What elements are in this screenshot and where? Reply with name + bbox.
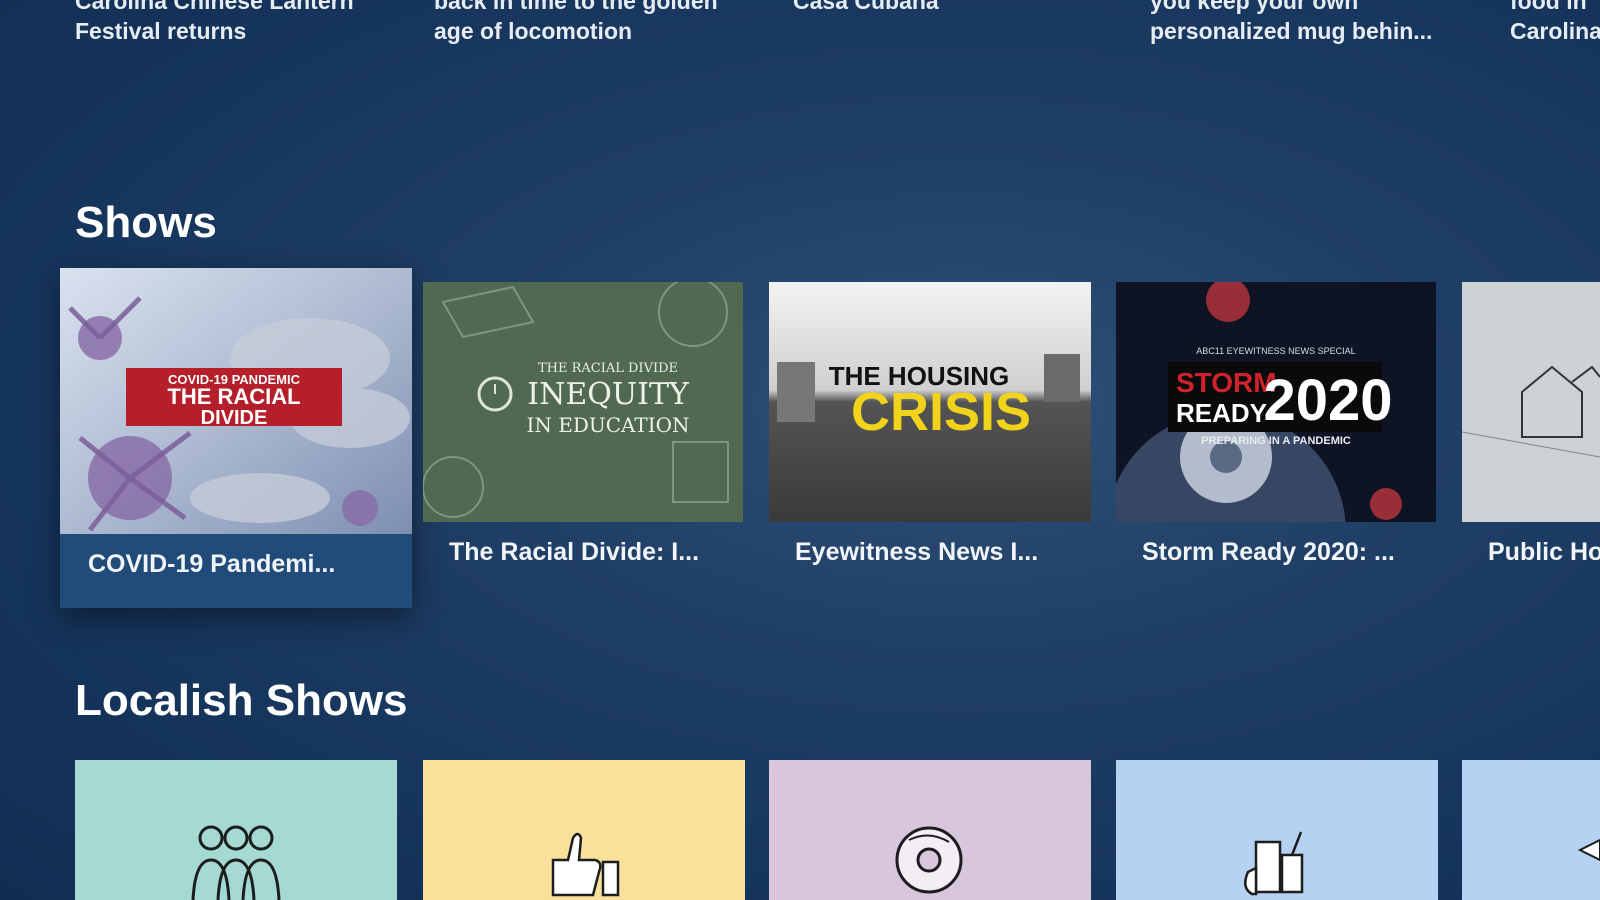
show-thumbnail: COVID-19 PANDEMIC THE RACIAL DIVIDE xyxy=(60,268,412,534)
show-card-housing-crisis[interactable]: THE HOUSING CRISIS Eyewitness News I... xyxy=(769,282,1091,582)
top-card-title-4[interactable]: you keep your own personalized mug behin… xyxy=(1150,0,1480,46)
art-text-line2: INEQUITY xyxy=(527,377,690,412)
show-thumbnail: THE HOUSING CRISIS xyxy=(769,282,1091,522)
show-card-inequity-education[interactable]: THE RACIAL DIVIDE INEQUITY IN EDUCATION … xyxy=(423,282,743,582)
top-card-title-line: you keep your own xyxy=(1150,0,1359,14)
donut-icon xyxy=(769,760,1091,900)
art-text-line1: ABC11 EYEWITNESS NEWS SPECIAL xyxy=(1196,346,1355,356)
top-card-title-line: Casa Cubana xyxy=(793,0,939,14)
show-card-covid-racial-divide[interactable]: COVID-19 PANDEMIC THE RACIAL DIVIDE COVI… xyxy=(60,268,412,608)
top-card-title-line: age of locomotion xyxy=(434,18,633,44)
art-text-line3: READY xyxy=(1176,398,1267,428)
localish-tile-drinks[interactable] xyxy=(1116,760,1438,900)
show-thumbnail: ABC11 EYEWITNESS NEWS SPECIAL STORM READ… xyxy=(1116,282,1436,522)
art-text-line2: CRISIS xyxy=(851,382,1031,442)
top-card-title-5[interactable]: food in Carolina xyxy=(1510,0,1600,46)
show-thumbnail: THE RACIAL DIVIDE INEQUITY IN EDUCATION xyxy=(423,282,743,522)
top-card-title-line: back in time to the golden xyxy=(434,0,718,14)
art-text-line5: PREPARING IN A PANDEMIC xyxy=(1201,435,1351,447)
top-card-title-line: personalized mug behin... xyxy=(1150,18,1433,44)
top-card-title-2[interactable]: back in time to the golden age of locomo… xyxy=(434,0,764,46)
top-card-title-line: Carolina Chinese Lantern xyxy=(75,0,354,14)
top-card-title-line: food in xyxy=(1510,0,1587,14)
top-card-title-line: Carolina xyxy=(1510,18,1600,44)
shows-section-title: Shows xyxy=(75,198,217,247)
top-row: Carolina Chinese Lantern Festival return… xyxy=(0,0,1600,60)
art-text-line1: THE RACIAL DIVIDE xyxy=(538,361,678,376)
localish-tile-thumbs-up[interactable] xyxy=(423,760,745,900)
show-card-storm-ready-2020[interactable]: ABC11 EYEWITNESS NEWS SPECIAL STORM READ… xyxy=(1116,282,1436,582)
art-text-line4: 2020 xyxy=(1263,368,1392,433)
top-card-title-line: Festival returns xyxy=(75,18,247,44)
show-thumbnail xyxy=(1462,282,1600,522)
art-text-line3: DIVIDE xyxy=(201,407,268,429)
partial-icon xyxy=(1462,760,1600,900)
top-card-title-3[interactable]: Casa Cubana xyxy=(793,0,1123,16)
people-group-icon xyxy=(75,760,397,900)
drinks-icon xyxy=(1116,760,1438,900)
show-card-label: Storm Ready 2020: ... xyxy=(1142,538,1395,566)
show-card-label: The Racial Divide: I... xyxy=(449,538,700,566)
top-card-title-1[interactable]: Carolina Chinese Lantern Festival return… xyxy=(75,0,405,46)
show-card-label: COVID-19 Pandemi... xyxy=(88,550,336,578)
localish-tile-people[interactable] xyxy=(75,760,397,900)
localish-tile-partial[interactable] xyxy=(1462,760,1600,900)
art-text-line2: STORM xyxy=(1176,367,1277,398)
show-card-label: Eyewitness News I... xyxy=(795,538,1039,566)
art-text-line3: IN EDUCATION xyxy=(526,413,689,437)
localish-tile-donut[interactable] xyxy=(769,760,1091,900)
show-card-public-housing[interactable]: Public Ho xyxy=(1462,282,1600,582)
show-card-label: Public Ho xyxy=(1488,538,1600,566)
localish-section-title: Localish Shows xyxy=(75,676,408,725)
thumbs-up-icon xyxy=(423,760,745,900)
art-text-line2: THE RACIAL xyxy=(167,384,300,409)
